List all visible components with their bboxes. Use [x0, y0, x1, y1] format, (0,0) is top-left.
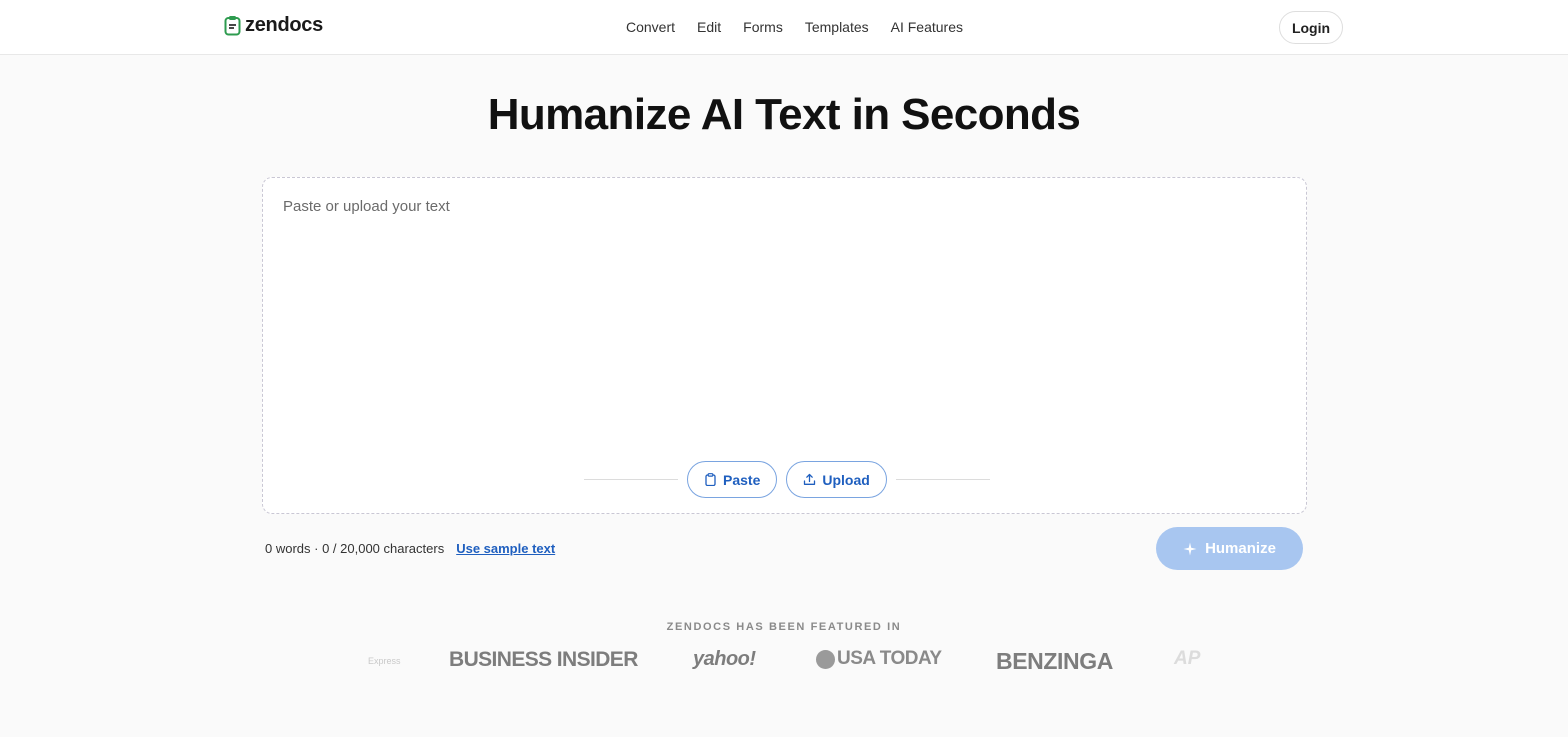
use-sample-text-link[interactable]: Use sample text	[456, 541, 555, 556]
nav-edit[interactable]: Edit	[697, 19, 721, 35]
sparkle-icon	[1183, 542, 1197, 555]
nav-convert[interactable]: Convert	[626, 19, 675, 35]
divider-right	[895, 479, 990, 480]
humanize-button[interactable]: Humanize	[1156, 527, 1303, 570]
upload-label: Upload	[822, 471, 870, 488]
document-icon	[224, 16, 241, 36]
usa-today-dot-icon	[816, 649, 835, 669]
paste-button[interactable]: Paste	[687, 461, 778, 498]
featured-in-label: ZENDOCS HAS BEEN FEATURED IN	[666, 621, 902, 633]
text-editor-panel: Paste Upload	[262, 177, 1307, 514]
express-logo: Express	[368, 656, 401, 666]
usa-today-logo: USA TODAY	[816, 648, 942, 670]
main-nav: Convert Edit Forms Templates AI Features	[626, 19, 963, 35]
login-button[interactable]: Login	[1279, 11, 1343, 44]
text-stats: 0 words · 0 / 20,000 characters Use samp…	[265, 541, 555, 556]
divider-left	[584, 479, 678, 480]
clipboard-icon	[705, 473, 716, 486]
brand-logo[interactable]: zendocs	[224, 14, 323, 37]
upload-button[interactable]: Upload	[786, 461, 887, 498]
yahoo-logo: yahoo!	[693, 648, 756, 670]
brand-name: zendocs	[245, 14, 323, 36]
benzinga-logo: BENZINGA	[996, 648, 1113, 674]
nav-templates[interactable]: Templates	[805, 19, 869, 35]
ap-logo: AP	[1174, 648, 1201, 669]
text-input[interactable]	[283, 198, 1283, 438]
nav-ai-features[interactable]: AI Features	[891, 19, 963, 35]
usa-today-text: USA TODAY	[837, 648, 942, 669]
top-navigation-bar: zendocs Convert Edit Forms Templates AI …	[0, 0, 1568, 55]
page-title: Humanize AI Text in Seconds	[487, 90, 1081, 139]
paste-label: Paste	[723, 471, 761, 488]
nav-forms[interactable]: Forms	[743, 19, 783, 35]
word-character-count: 0 words · 0 / 20,000 characters	[265, 541, 445, 556]
editor-actions: Paste Upload	[584, 461, 990, 498]
upload-icon	[804, 473, 816, 485]
humanize-label: Humanize	[1205, 540, 1276, 557]
business-insider-logo: BUSINESS INSIDER	[449, 648, 638, 671]
press-logos: Express BUSINESS INSIDER yahoo! USA TODA…	[0, 648, 1568, 676]
